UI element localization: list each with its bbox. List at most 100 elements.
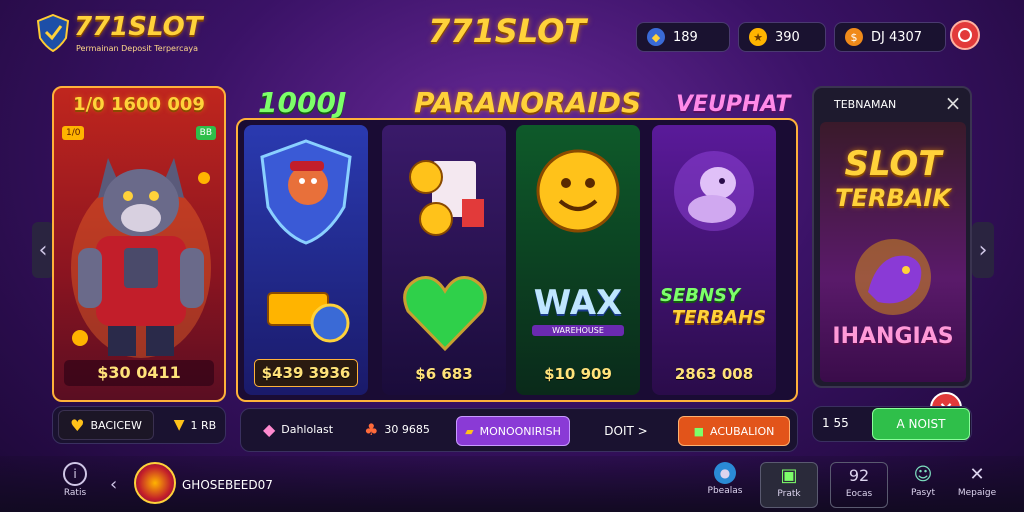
scroll-left-button[interactable]: ‹ bbox=[32, 222, 54, 278]
shield-icon: ◆ bbox=[647, 28, 665, 46]
bacicew-label: BACICEW bbox=[90, 418, 142, 432]
balance-stars-value: 390 bbox=[775, 29, 800, 45]
nav-item-pbealas[interactable]: ● Pbealas bbox=[700, 462, 750, 506]
nav-label-ratis: Ratis bbox=[63, 488, 87, 498]
dahlolast-label: Dahlolast bbox=[281, 422, 334, 436]
brand-logo-text: 771SLOT bbox=[74, 12, 203, 42]
chat-icon: ☺ bbox=[913, 463, 933, 485]
balance-stars[interactable]: ★ 390 bbox=[738, 22, 826, 52]
profile-avatar[interactable] bbox=[134, 462, 176, 504]
game-prize: 2863 008 bbox=[674, 365, 754, 383]
side-game-name: IHANGIAS bbox=[832, 324, 954, 349]
featured-prize: $30 0411 bbox=[64, 360, 214, 386]
close-button[interactable] bbox=[950, 20, 980, 50]
nav-label-pratk: Pratk bbox=[777, 489, 801, 499]
triangle-icon: ▼ bbox=[173, 417, 185, 433]
featured-title: 1/0 1600 009 bbox=[73, 94, 205, 115]
side-promo-art[interactable]: SLOT TERBAIK IHANGIAS bbox=[820, 122, 966, 382]
dahlolast-item[interactable]: ◆ Dahlolast bbox=[246, 414, 350, 444]
chevron-left-icon: ‹ bbox=[38, 237, 48, 263]
gold-coins-image bbox=[396, 141, 492, 241]
wax-subtitle: WAREHOUSE bbox=[532, 325, 624, 336]
bacicew-button[interactable]: ♥ BACICEW bbox=[58, 410, 154, 440]
featured-game-card[interactable]: 1/0 1600 009 1/0 BB $30 0411 bbox=[52, 86, 226, 402]
smiling-coin-image bbox=[528, 139, 628, 239]
shield-logo-icon bbox=[36, 13, 70, 53]
brand-tagline: Permainan Deposit Terpercaya bbox=[76, 44, 199, 53]
nav-label-mepaige: Mepaige bbox=[957, 488, 997, 498]
star-icon: ★ bbox=[749, 28, 767, 46]
chevron-left-icon: ‹ bbox=[110, 474, 118, 495]
info-icon: i bbox=[63, 462, 87, 486]
counter-label: 30 9685 bbox=[384, 422, 430, 436]
nav-item-ratis[interactable]: i Ratis bbox=[50, 462, 100, 506]
wolf-warrior-image bbox=[68, 138, 214, 358]
purple-dog-image bbox=[666, 143, 762, 239]
section-title-right: VEUPHAT bbox=[676, 92, 791, 117]
game-card[interactable]: $439 3936 bbox=[244, 125, 368, 395]
side-promo-panel: TEBNAMAN × SLOT TERBAIK IHANGIAS bbox=[812, 86, 972, 388]
game-prize: $10 909 bbox=[544, 365, 612, 383]
monoonirish-button[interactable]: ▰ MONOONIRISH bbox=[456, 416, 570, 446]
sebns-title-1: SEBNSY bbox=[660, 285, 741, 306]
balance-gems-value: 189 bbox=[673, 29, 698, 45]
wax-title: WAX bbox=[533, 283, 623, 323]
close-x-icon: × bbox=[944, 91, 962, 115]
side-panel-title: TEBNAMAN bbox=[834, 98, 897, 111]
clover-icon: ♣ bbox=[364, 419, 379, 439]
acubalion-label: ACUBALION bbox=[710, 424, 775, 438]
nav-label-pbealas: Pbealas bbox=[707, 486, 743, 496]
profile-name: GHOSEBEED07 bbox=[182, 478, 273, 492]
game-card[interactable]: $6 683 bbox=[382, 125, 506, 395]
nav-label-eocas: Eocas bbox=[845, 489, 873, 499]
nav-item-eocas[interactable]: 92 Eocas bbox=[830, 462, 888, 508]
section-title-center: PARANORAIDS bbox=[414, 86, 642, 119]
wax-logo: WAX WAREHOUSE bbox=[526, 275, 630, 351]
back-chevron-button[interactable]: ‹ bbox=[110, 474, 117, 495]
globe-icon: ● bbox=[714, 462, 736, 484]
scroll-right-button[interactable]: › bbox=[972, 222, 994, 278]
game-card[interactable]: SEBNSY TERBAHS 2863 008 bbox=[652, 125, 776, 395]
side-panel-close-button[interactable]: × bbox=[942, 92, 964, 114]
gift-box-icon: ■ bbox=[693, 424, 704, 438]
side-action-button[interactable]: A NOIST bbox=[872, 408, 970, 440]
counter-item[interactable]: ♣ 30 9685 bbox=[354, 414, 440, 444]
rb-label: 1 RB bbox=[190, 418, 217, 432]
balance-coins-value: DJ 4307 bbox=[871, 29, 923, 45]
chevron-right-icon: › bbox=[978, 237, 988, 263]
balance-coins[interactable]: $ DJ 4307 bbox=[834, 22, 946, 52]
gift-icon: ▣ bbox=[780, 464, 798, 486]
dragon-image bbox=[848, 232, 938, 322]
gold-bars-image bbox=[264, 275, 354, 345]
coin-bag-icon: $ bbox=[845, 28, 863, 46]
game-prize: $6 683 bbox=[415, 365, 473, 383]
side-action-label: A NOIST bbox=[896, 417, 946, 431]
section-title-left: 1000J bbox=[258, 86, 347, 119]
game-prize: $439 3936 bbox=[254, 359, 358, 387]
grid-icon: 92 bbox=[848, 465, 870, 485]
center-logo: 771SLOT bbox=[428, 12, 587, 50]
close-icon bbox=[958, 28, 972, 42]
ticket-icon: ▰ bbox=[465, 424, 474, 438]
acubalion-button[interactable]: ■ ACUBALION bbox=[678, 416, 790, 446]
side-amount: 1 55 bbox=[822, 416, 849, 430]
tools-icon: ✕ bbox=[969, 463, 985, 485]
nav-label-pasyt: Pasyt bbox=[910, 488, 936, 498]
slot-text: SLOT bbox=[844, 144, 942, 184]
nav-item-pratk[interactable]: ▣ Pratk bbox=[760, 462, 818, 508]
heart-icon: ♥ bbox=[70, 415, 85, 435]
game-card[interactable]: WAX WAREHOUSE $10 909 bbox=[516, 125, 640, 395]
doit-link[interactable]: DOIT > bbox=[596, 416, 656, 446]
rb-button[interactable]: ▼ 1 RB bbox=[168, 410, 222, 440]
gem-icon: ◆ bbox=[262, 419, 276, 439]
nav-item-mepaige[interactable]: ✕ Mepaige bbox=[952, 462, 1002, 506]
sebns-title-2: TERBAHS bbox=[672, 307, 767, 328]
shield-mascot-image bbox=[256, 137, 356, 247]
nav-item-pasyt[interactable]: ☺ Pasyt bbox=[898, 462, 948, 506]
terbaik-text: TERBAIK bbox=[835, 184, 951, 212]
green-heart-image bbox=[400, 271, 490, 355]
balance-gems[interactable]: ◆ 189 bbox=[636, 22, 730, 52]
monoonirish-label: MONOONIRISH bbox=[479, 424, 561, 438]
doit-label: DOIT > bbox=[604, 424, 648, 438]
brand-logo[interactable]: 771SLOT Permainan Deposit Terpercaya bbox=[36, 12, 236, 58]
